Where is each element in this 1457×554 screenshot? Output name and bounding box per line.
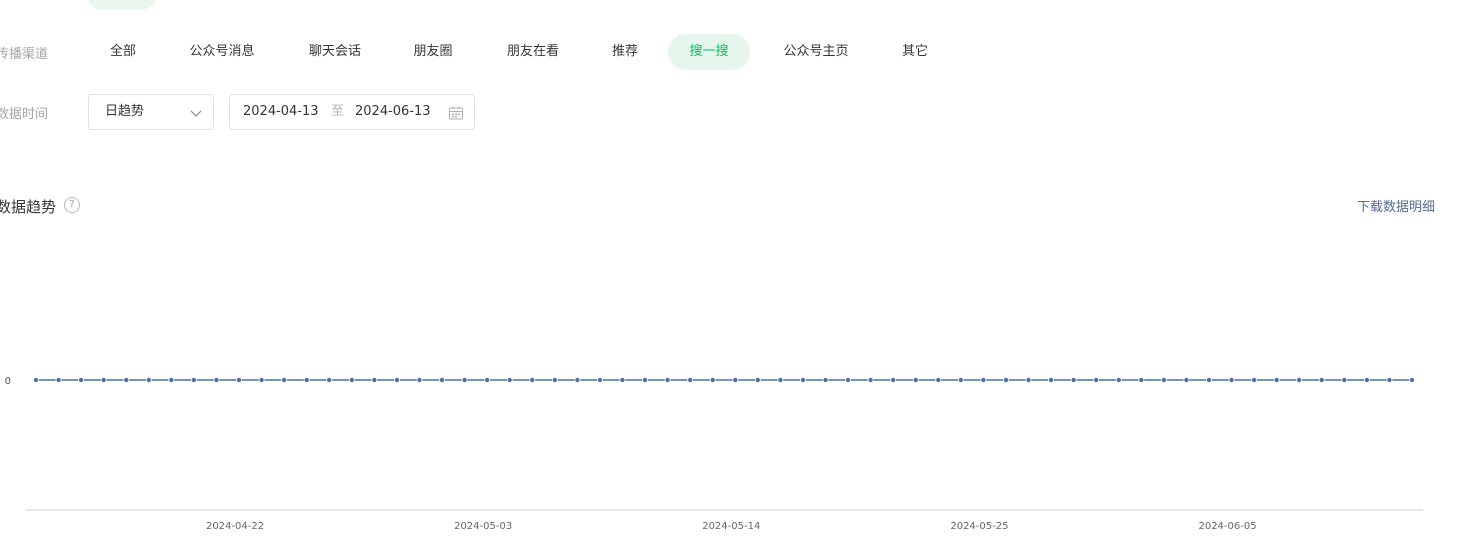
data-point: [393, 376, 400, 383]
data-point: [1183, 376, 1190, 383]
data-point: [596, 376, 603, 383]
trend-title: 数据趋势: [0, 198, 57, 216]
data-point: [348, 376, 355, 383]
chevron-down-icon: [190, 110, 202, 117]
data-point: [912, 376, 919, 383]
x-tick-label: 2024-04-22: [206, 521, 264, 532]
channel-tab-moments[interactable]: 朋友圈: [401, 34, 465, 70]
data-point: [664, 376, 671, 383]
data-point: [1138, 376, 1145, 383]
data-point: [326, 376, 333, 383]
data-point: [957, 376, 964, 383]
data-point: [439, 376, 446, 383]
channel-tab-other[interactable]: 其它: [890, 34, 940, 70]
data-point: [822, 376, 829, 383]
data-point: [100, 376, 107, 383]
data-point: [574, 376, 581, 383]
x-tick-label: 2024-05-03: [454, 521, 512, 532]
channel-tab-all[interactable]: 全部: [94, 34, 152, 70]
data-point: [1363, 376, 1370, 383]
y-tick-label: 0: [5, 376, 11, 387]
channel-tab-recommend[interactable]: 推荐: [600, 34, 650, 70]
data-point: [461, 376, 468, 383]
x-tick-label: 2024-05-25: [950, 521, 1008, 532]
data-point: [619, 376, 626, 383]
data-point: [709, 376, 716, 383]
data-point: [78, 376, 85, 383]
x-tick-label: 2024-05-14: [702, 521, 760, 532]
data-point: [123, 376, 130, 383]
top-tab-active-pill[interactable]: [88, 0, 156, 10]
channel-tab-friends-watching[interactable]: 朋友在看: [494, 34, 572, 70]
data-point: [1205, 376, 1212, 383]
data-point: [529, 376, 536, 383]
data-point: [484, 376, 491, 383]
data-point: [1002, 376, 1009, 383]
data-point: [258, 376, 265, 383]
data-point: [551, 376, 558, 383]
data-point: [845, 376, 852, 383]
data-point: [190, 376, 197, 383]
date-start[interactable]: 2024-04-13: [243, 95, 319, 129]
data-point: [281, 376, 288, 383]
data-point: [1296, 376, 1303, 383]
data-point: [754, 376, 761, 383]
data-point: [416, 376, 423, 383]
data-point: [1070, 376, 1077, 383]
data-point: [33, 376, 40, 383]
data-point: [1341, 376, 1348, 383]
granularity-value: 日趋势: [105, 104, 145, 119]
channel-tab-account-home[interactable]: 公众号主页: [770, 34, 862, 70]
channel-tab-official-messages[interactable]: 公众号消息: [176, 34, 268, 70]
x-tick-label: 2024-06-05: [1198, 521, 1256, 532]
data-point: [799, 376, 806, 383]
data-point: [777, 376, 784, 383]
data-point: [371, 376, 378, 383]
date-range-picker[interactable]: 2024-04-13 至 2024-06-13: [229, 94, 475, 130]
data-point: [935, 376, 942, 383]
trend-chart: 0 2024-04-22 2024-05-03 2024-05-14 2024-05-2…: [5, 376, 1423, 532]
data-point: [1115, 376, 1122, 383]
data-point: [1386, 376, 1393, 383]
data-point: [687, 376, 694, 383]
date-separator: 至: [331, 104, 345, 119]
data-point: [1409, 376, 1416, 383]
data-point: [55, 376, 62, 383]
data-point: [168, 376, 175, 383]
data-point: [213, 376, 220, 383]
data-point: [1228, 376, 1235, 383]
granularity-select[interactable]: 日趋势: [88, 94, 214, 130]
data-point: [1251, 376, 1258, 383]
data-point: [1093, 376, 1100, 383]
channel-label: 传播渠道: [0, 47, 49, 62]
channel-tab-chat[interactable]: 聊天会话: [296, 34, 374, 70]
data-point: [303, 376, 310, 383]
data-point: [1318, 376, 1325, 383]
download-details-link[interactable]: 下载数据明细: [1357, 196, 1435, 215]
channel-tab-search[interactable]: 搜一搜: [668, 34, 750, 70]
data-point: [506, 376, 513, 383]
data-point: [1048, 376, 1055, 383]
data-point: [732, 376, 739, 383]
help-icon[interactable]: ?: [64, 197, 80, 213]
data-point: [1025, 376, 1032, 383]
data-point: [890, 376, 897, 383]
data-point: [236, 376, 243, 383]
data-point: [145, 376, 152, 383]
calendar-icon[interactable]: [448, 105, 464, 121]
time-label: 数据时间: [0, 107, 49, 122]
data-point: [980, 376, 987, 383]
data-point: [1273, 376, 1280, 383]
data-point: [867, 376, 874, 383]
date-end[interactable]: 2024-06-13: [355, 95, 431, 129]
data-point: [1160, 376, 1167, 383]
data-point: [642, 376, 649, 383]
